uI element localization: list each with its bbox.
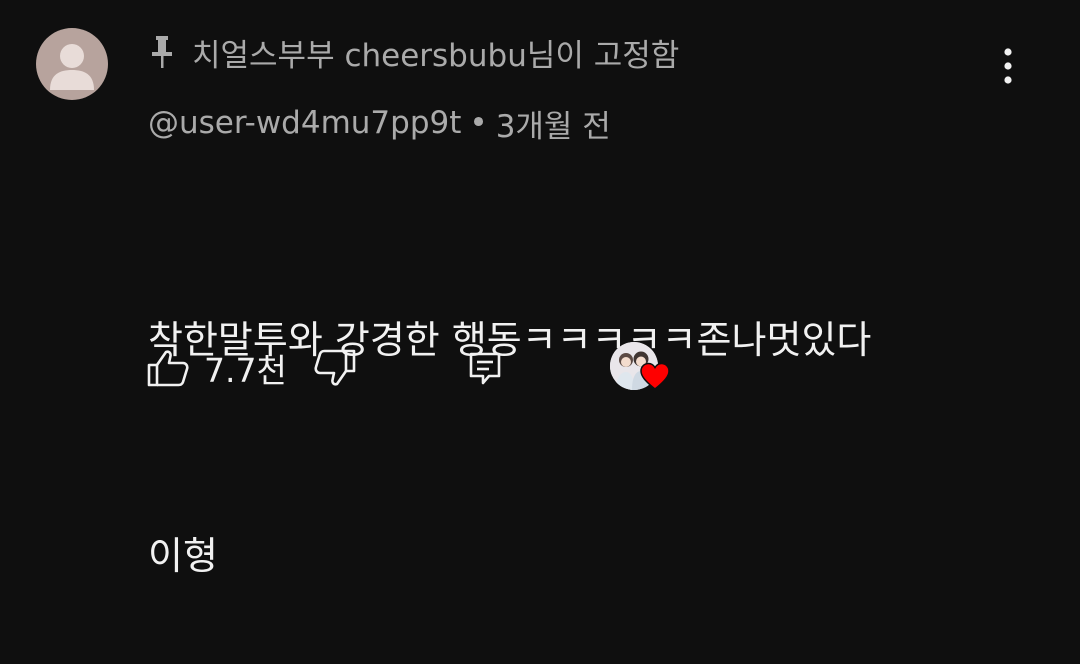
reply-button[interactable] xyxy=(467,350,503,386)
comment-time: 3개월 전 xyxy=(495,108,611,145)
more-vertical-icon xyxy=(1004,48,1012,84)
like-button[interactable] xyxy=(146,348,190,388)
comment-meta: @user-wd4mu7pp9t • 3개월 전 xyxy=(148,100,611,146)
author-handle[interactable]: @user-wd4mu7pp9t xyxy=(148,105,461,141)
meta-separator: • xyxy=(469,105,488,141)
dislike-button[interactable] xyxy=(313,348,357,388)
pin-icon xyxy=(148,32,176,72)
heart-icon xyxy=(640,362,670,390)
default-avatar-icon xyxy=(50,44,94,90)
comment-text-line: 이형 xyxy=(148,534,218,578)
comment-actions: 7.7천 xyxy=(146,340,503,396)
thumbs-up-icon xyxy=(147,350,189,387)
pinned-label: 치얼스부부 cheersbubu님이 고정함 xyxy=(192,37,680,74)
reply-icon xyxy=(469,352,501,385)
creator-heart-badge[interactable] xyxy=(610,340,674,396)
comment-text: 착한말투와 강경한 행동ㅋㅋㅋㅋㅋ존나멋있다 이형 xyxy=(148,160,1008,664)
pinned-notice: 치얼스부부 cheersbubu님이 고정함 xyxy=(148,28,679,76)
avatar[interactable] xyxy=(36,28,108,100)
more-options-button[interactable] xyxy=(988,40,1028,88)
like-count: 7.7천 xyxy=(204,351,287,390)
thumbs-down-icon xyxy=(314,349,356,386)
